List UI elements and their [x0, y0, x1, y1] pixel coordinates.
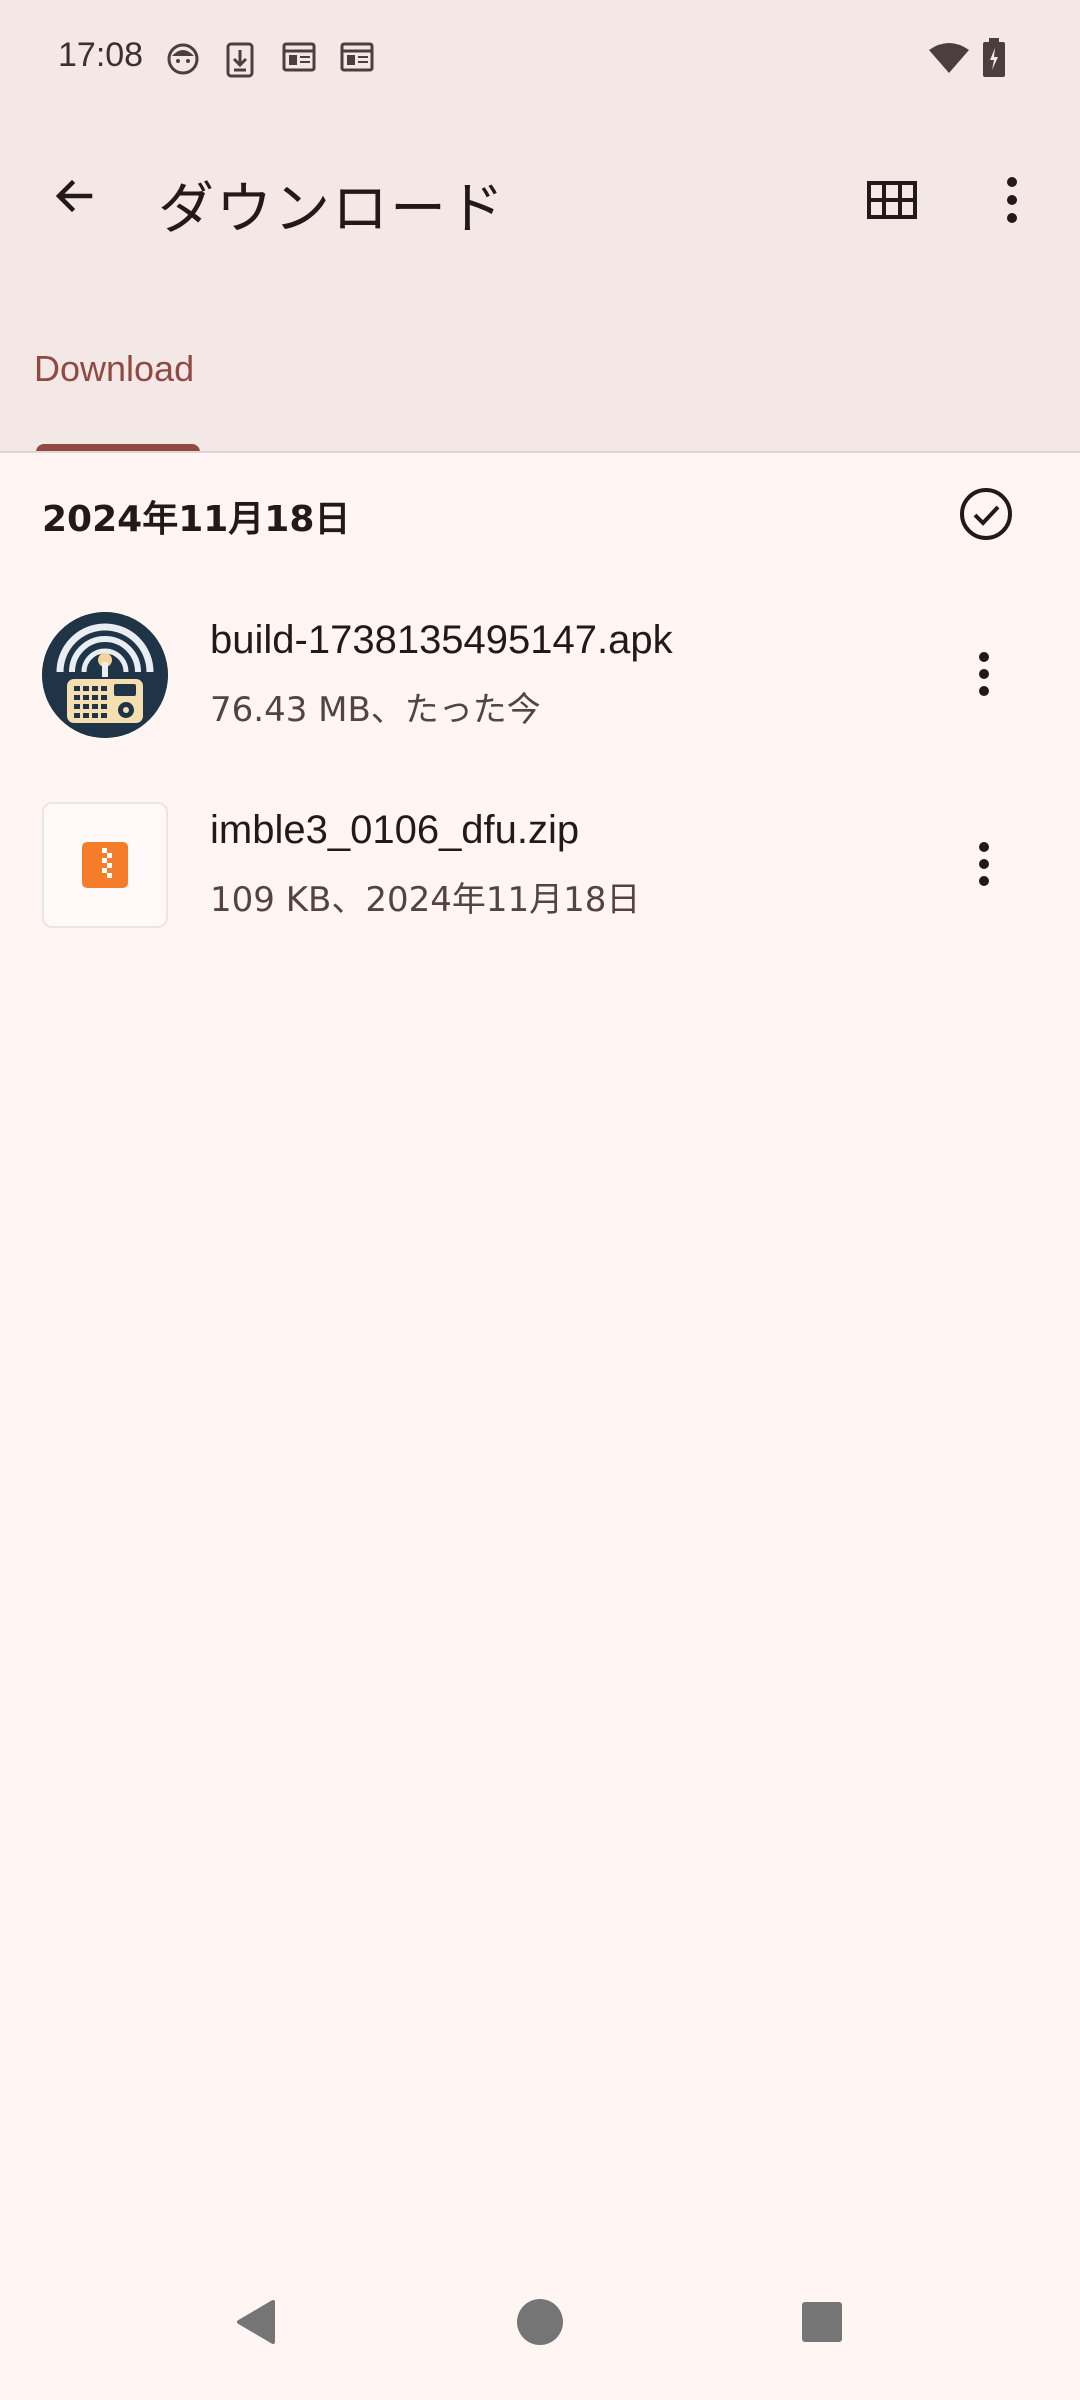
divider — [0, 451, 1080, 453]
more-vert-icon — [978, 842, 990, 890]
more-options-button[interactable] — [972, 162, 1052, 242]
tab-download[interactable]: Download — [18, 330, 218, 452]
file-name: imble3_0106_dfu.zip — [210, 808, 580, 852]
file-meta: 76.43 MB、たった今 — [210, 690, 541, 730]
nav-back-button[interactable] — [216, 2284, 296, 2364]
grid-view-icon — [867, 181, 917, 223]
file-more-button[interactable] — [948, 636, 1020, 716]
top-region: 17:08 ダウンロード Download — [0, 0, 1080, 452]
nav-home-button[interactable] — [500, 2284, 580, 2364]
apk-app-icon — [42, 612, 168, 738]
status-time: 17:08 — [58, 36, 144, 74]
grid-view-button[interactable] — [852, 162, 932, 242]
calendar-icon — [282, 42, 316, 78]
back-button[interactable] — [38, 162, 110, 234]
nav-back-icon — [233, 2298, 279, 2350]
app-bar: ダウンロード — [0, 120, 1080, 280]
select-all-button[interactable] — [950, 480, 1022, 552]
nav-recents-button[interactable] — [782, 2284, 862, 2364]
calendar-icon — [340, 42, 374, 78]
file-more-button[interactable] — [948, 826, 1020, 906]
file-name: build-1738135495147.apk — [210, 618, 673, 662]
more-vert-icon — [1006, 177, 1018, 227]
download-icon — [226, 42, 260, 78]
status-bar: 17:08 — [0, 0, 1080, 120]
arrow-back-icon — [50, 172, 98, 224]
nav-home-icon — [516, 2298, 564, 2350]
date-header: 2024年11月18日 — [42, 499, 351, 540]
wifi-icon — [928, 42, 970, 78]
file-row[interactable]: imble3_0106_dfu.zip 109 KB、2024年11月18日 — [0, 770, 1080, 960]
face-icon — [166, 42, 200, 78]
check-circle-icon — [958, 486, 1014, 546]
nav-recents-icon — [801, 2301, 843, 2347]
battery-charging-icon — [982, 38, 1006, 82]
navigation-bar — [0, 2256, 1080, 2400]
more-vert-icon — [978, 652, 990, 700]
file-row[interactable]: build-1738135495147.apk 76.43 MB、たった今 — [0, 580, 1080, 770]
tab-label: Download — [34, 348, 195, 389]
page-title: ダウンロード — [158, 177, 506, 242]
file-meta: 109 KB、2024年11月18日 — [210, 880, 641, 920]
zip-file-icon — [42, 802, 168, 928]
